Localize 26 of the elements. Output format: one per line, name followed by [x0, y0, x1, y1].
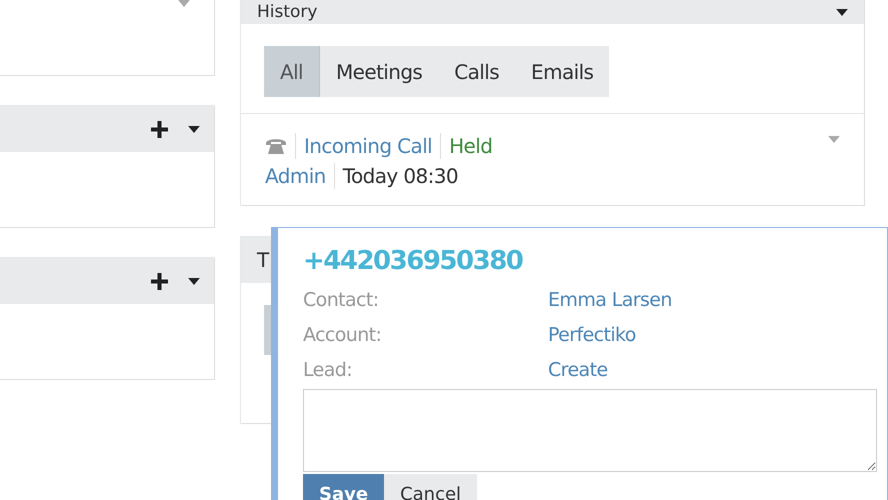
- panel-title: History: [257, 2, 318, 22]
- button[interactable]: Cancel: [384, 474, 478, 500]
- field-value-link[interactable]: Create: [548, 358, 608, 380]
- caret-icon[interactable]: [188, 278, 200, 284]
- plus-icon[interactable]: [151, 120, 168, 138]
- note-field[interactable]: [303, 389, 877, 472]
- panel-title: T: [257, 248, 270, 272]
- tab[interactable]: Meetings: [320, 46, 438, 97]
- telephone-icon: [265, 137, 287, 155]
- tab[interactable]: Calls: [438, 46, 516, 97]
- field-label: Contact:: [303, 288, 380, 310]
- phone-number[interactable]: +442036950380: [303, 246, 522, 282]
- call-time: Today 08:30: [342, 164, 458, 188]
- field-label: Lead:: [303, 358, 354, 380]
- tab[interactable]: All: [264, 46, 320, 97]
- caret-icon[interactable]: [836, 8, 848, 16]
- plus-icon[interactable]: [151, 272, 168, 290]
- field-value-link[interactable]: Emma Larsen: [548, 288, 672, 310]
- caret-icon[interactable]: [188, 126, 200, 132]
- button[interactable]: Save: [303, 474, 384, 500]
- tab[interactable]: Emails: [515, 46, 610, 97]
- field-label: Account:: [303, 324, 382, 346]
- call-type-link[interactable]: Incoming Call: [304, 134, 432, 158]
- field-value-link[interactable]: Perfectiko: [548, 324, 636, 346]
- user-link[interactable]: Admin: [265, 164, 326, 188]
- call-status: Held: [449, 134, 492, 158]
